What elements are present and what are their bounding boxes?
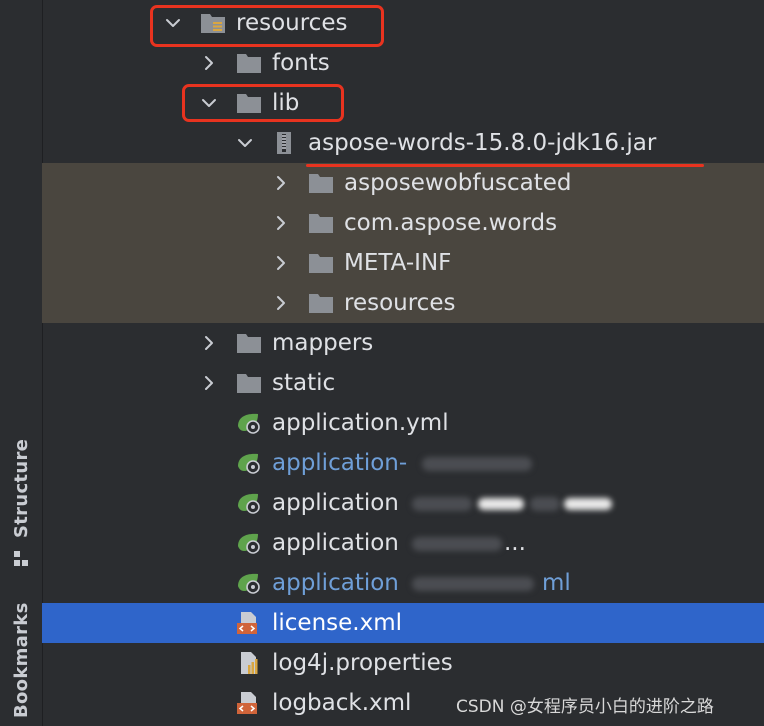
- chevron-right-icon[interactable]: [200, 334, 218, 352]
- properties-file-icon: [241, 652, 258, 674]
- folder-icon: [309, 294, 333, 313]
- tree-row-log4j-properties[interactable]: log4j.properties: [42, 643, 764, 683]
- folder-icon: [237, 374, 261, 393]
- chevron-down-icon[interactable]: [236, 134, 254, 152]
- left-tool-strip: Structure Bookmarks: [0, 0, 43, 726]
- spring-config-icon: [237, 573, 260, 594]
- tree-row-static[interactable]: static: [42, 363, 764, 403]
- tree-row-jar-resources[interactable]: resources: [42, 283, 764, 323]
- chevron-right-icon[interactable]: [200, 374, 218, 392]
- jar-archive-icon: [277, 132, 291, 154]
- chevron-right-icon[interactable]: [272, 214, 290, 232]
- tree-label-application-2: application-: [272, 450, 408, 476]
- structure-tab[interactable]: Structure: [0, 430, 42, 580]
- chevron-right-icon[interactable]: [200, 54, 218, 72]
- annotation-underline-jar: [306, 164, 704, 167]
- tree-label-application-yml: application.yml: [272, 410, 449, 436]
- tree-row-meta-inf[interactable]: META-INF: [42, 243, 764, 283]
- tree-row-jar[interactable]: aspose-words-15.8.0-jdk16.jar: [42, 123, 764, 163]
- folder-icon: [309, 174, 333, 193]
- tree-row-application-5[interactable]: application ml: [42, 563, 764, 603]
- redacted-text: [564, 498, 612, 510]
- tree-label-application-4-suffix: ...: [504, 530, 526, 556]
- tree-label-static: static: [272, 370, 336, 396]
- tree-label-logback-xml: logback.xml: [272, 690, 412, 716]
- tree-label-jar: aspose-words-15.8.0-jdk16.jar: [308, 130, 657, 156]
- folder-icon: [309, 214, 333, 233]
- annotation-box-resources: [150, 5, 384, 47]
- tree-label-application-5-suffix: ml: [542, 570, 571, 596]
- redacted-text: [412, 497, 472, 511]
- chevron-right-icon[interactable]: [272, 174, 290, 192]
- tree-row-fonts[interactable]: fonts: [42, 43, 764, 83]
- chevron-right-icon[interactable]: [272, 254, 290, 272]
- tree-row-lib[interactable]: lib: [42, 83, 764, 123]
- folder-icon: [309, 254, 333, 273]
- tree-row-mappers[interactable]: mappers: [42, 323, 764, 363]
- folder-icon: [237, 334, 261, 353]
- tree-label-fonts: fonts: [272, 50, 330, 76]
- bookmarks-tab-label: Bookmarks: [11, 602, 32, 718]
- tree-row-application-3[interactable]: application: [42, 483, 764, 523]
- structure-tab-label: Structure: [11, 438, 32, 538]
- annotation-box-lib: [182, 84, 344, 122]
- spring-config-icon: [237, 493, 260, 514]
- tree-row-application-yml[interactable]: application.yml: [42, 403, 764, 443]
- tree-label-log4j-properties: log4j.properties: [272, 650, 453, 676]
- tree-label-asposewobfuscated: asposewobfuscated: [344, 170, 572, 196]
- redacted-text: [412, 537, 502, 551]
- tree-label-mappers: mappers: [272, 330, 374, 356]
- tree-row-application-4[interactable]: application ...: [42, 523, 764, 563]
- tree-label-application-3: application: [272, 490, 399, 516]
- tree-label-meta-inf: META-INF: [344, 250, 452, 276]
- structure-icon: [14, 551, 28, 566]
- redacted-text: [422, 457, 532, 471]
- watermark: CSDN @女程序员小白的进阶之路: [456, 697, 714, 717]
- redacted-text: [530, 497, 560, 511]
- tree-label-license-xml: license.xml: [272, 610, 403, 636]
- tree-label-jar-resources: resources: [344, 290, 456, 316]
- tree-label-application-4: application: [272, 530, 399, 556]
- project-tree: resources fonts lib aspose-words-15.8.0-…: [42, 0, 764, 726]
- tree-label-application-5: application: [272, 570, 399, 596]
- tree-row-license-xml[interactable]: license.xml: [42, 603, 764, 643]
- redacted-text: [412, 577, 534, 591]
- redacted-text: [478, 498, 524, 510]
- chevron-right-icon[interactable]: [272, 294, 290, 312]
- tree-row-application-2[interactable]: application-: [42, 443, 764, 483]
- xml-file-icon: [236, 612, 258, 634]
- folder-icon: [237, 54, 261, 73]
- spring-config-icon: [237, 413, 260, 434]
- tree-row-com-aspose-words[interactable]: com.aspose.words: [42, 203, 764, 243]
- xml-file-icon: [236, 692, 258, 714]
- spring-config-icon: [237, 453, 260, 474]
- spring-config-icon: [237, 533, 260, 554]
- tree-label-com-aspose-words: com.aspose.words: [344, 210, 558, 236]
- bookmarks-tab[interactable]: Bookmarks: [0, 600, 42, 726]
- tree-row-asposewobfuscated[interactable]: asposewobfuscated: [42, 163, 764, 203]
